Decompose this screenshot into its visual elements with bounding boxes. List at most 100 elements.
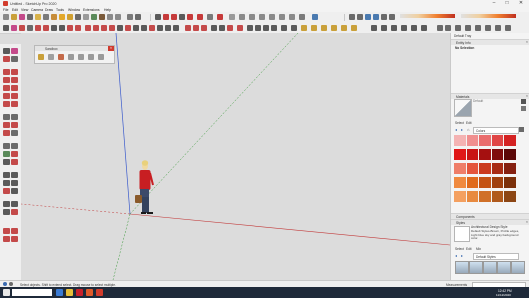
menu-window[interactable]: Window — [68, 8, 80, 12]
next-view-icon[interactable] — [201, 25, 207, 31]
close-icon[interactable]: × — [526, 40, 528, 44]
circle-icon[interactable] — [3, 85, 10, 91]
arc-icon[interactable] — [3, 93, 10, 99]
menu-view[interactable]: View — [21, 8, 28, 12]
menu-file[interactable]: File — [3, 8, 8, 12]
menu-help[interactable]: Help — [104, 8, 111, 12]
section-plane-icon[interactable] — [239, 14, 245, 20]
move-icon[interactable] — [67, 25, 73, 31]
material-swatch[interactable] — [454, 191, 466, 202]
look-around-icon[interactable] — [227, 25, 233, 31]
flip-edge-icon[interactable] — [351, 25, 357, 31]
right-view-icon[interactable] — [373, 14, 379, 20]
previous-view-icon[interactable] — [193, 25, 199, 31]
drape-icon[interactable] — [78, 54, 84, 60]
subtract-icon[interactable] — [271, 25, 277, 31]
material-swatch[interactable] — [491, 177, 503, 188]
scale-icon[interactable] — [3, 130, 10, 136]
zoom-window-icon[interactable] — [11, 180, 18, 186]
3d-text-icon[interactable] — [11, 159, 18, 165]
offset-tool-icon[interactable] — [83, 14, 89, 20]
from-contours-icon[interactable] — [38, 54, 44, 60]
materials-tab-select[interactable]: Select — [455, 121, 464, 125]
fog-icon[interactable] — [475, 25, 481, 31]
pan-icon[interactable] — [11, 172, 18, 178]
shaded-icon[interactable] — [312, 14, 318, 20]
protractor-icon[interactable] — [107, 14, 113, 20]
line-tool-icon[interactable] — [27, 14, 33, 20]
extension-manager-icon[interactable] — [11, 236, 18, 242]
zoom-icon[interactable] — [171, 14, 177, 20]
extension-warehouse-icon[interactable] — [3, 236, 10, 242]
move-icon[interactable] — [3, 114, 10, 120]
orbit-icon[interactable] — [157, 25, 163, 31]
material-swatch[interactable] — [479, 149, 491, 160]
taskbar-search[interactable] — [12, 289, 52, 296]
back-view-icon[interactable] — [381, 14, 387, 20]
warehouse-icon[interactable] — [197, 14, 203, 20]
close-icon[interactable]: × — [108, 46, 114, 51]
styles-tab-edit[interactable]: Edit — [466, 247, 472, 251]
walk-icon[interactable] — [11, 201, 18, 207]
style-thumb-4[interactable] — [497, 261, 511, 274]
entity-info-header[interactable]: Entity Info × — [451, 39, 529, 45]
trim-icon[interactable] — [281, 25, 287, 31]
sketchup-taskbar-icon[interactable] — [96, 289, 103, 296]
rotate-icon[interactable] — [75, 25, 81, 31]
extension-warehouse-icon[interactable] — [217, 14, 223, 20]
style-thumb-5[interactable] — [511, 261, 525, 274]
follow-me-icon[interactable] — [51, 25, 57, 31]
task-view-icon[interactable] — [56, 289, 63, 296]
zoom-extents-icon[interactable] — [185, 25, 191, 31]
front-view-icon[interactable] — [365, 14, 371, 20]
display-section-icon[interactable] — [249, 14, 255, 20]
position-camera-icon[interactable] — [211, 25, 217, 31]
tags-icon[interactable] — [445, 25, 451, 31]
home-icon[interactable]: ⌂ — [467, 127, 469, 132]
text-icon[interactable] — [11, 151, 18, 157]
material-swatch[interactable] — [504, 177, 516, 188]
scale-icon[interactable] — [85, 25, 91, 31]
zoom-window-icon[interactable] — [179, 14, 185, 20]
share-model-icon[interactable] — [207, 14, 213, 20]
position-camera-icon[interactable] — [3, 201, 10, 207]
stamp-icon[interactable] — [321, 25, 327, 31]
dimension-icon[interactable] — [99, 14, 105, 20]
material-swatch[interactable] — [466, 135, 478, 146]
styles-tab-select[interactable]: Select — [455, 247, 464, 251]
union-icon[interactable] — [263, 25, 269, 31]
back-arrow-icon[interactable]: ◂ — [455, 253, 457, 258]
rectangle-icon[interactable] — [3, 77, 10, 83]
soften-edges-icon[interactable] — [485, 25, 491, 31]
styles-collection-dropdown[interactable]: Default Styles — [473, 253, 519, 260]
instructor-icon[interactable] — [505, 25, 511, 31]
material-swatch[interactable] — [466, 163, 478, 174]
two-point-arc-icon[interactable] — [11, 93, 18, 99]
menu-extensions[interactable]: Extensions — [83, 8, 100, 12]
warehouse-icon[interactable] — [3, 228, 10, 234]
three-point-arc-icon[interactable] — [3, 101, 10, 107]
firefox-icon[interactable] — [86, 289, 93, 296]
smoove-icon[interactable] — [311, 25, 317, 31]
flip-edge-icon[interactable] — [98, 54, 104, 60]
add-detail-icon[interactable] — [88, 54, 94, 60]
pushpull-icon[interactable] — [43, 25, 49, 31]
material-swatch[interactable] — [504, 135, 516, 146]
eraser-icon[interactable] — [19, 14, 25, 20]
outer-shell-icon[interactable] — [247, 25, 253, 31]
material-swatch[interactable] — [479, 135, 491, 146]
maximize-button[interactable]: □ — [501, 0, 513, 7]
zoom-icon[interactable] — [3, 180, 10, 186]
axes-icon[interactable] — [3, 159, 10, 165]
menu-draw[interactable]: Draw — [45, 8, 53, 12]
material-swatch[interactable] — [504, 163, 516, 174]
share-component-icon[interactable] — [11, 228, 18, 234]
offset-icon[interactable] — [59, 25, 65, 31]
3d-text-icon[interactable] — [141, 25, 147, 31]
layout-icon[interactable] — [229, 14, 235, 20]
tape-icon[interactable] — [101, 25, 107, 31]
close-icon[interactable]: × — [526, 94, 528, 98]
paint-bucket-icon[interactable] — [3, 56, 10, 62]
rotated-rectangle-icon[interactable] — [11, 77, 18, 83]
material-swatch[interactable] — [466, 149, 478, 160]
